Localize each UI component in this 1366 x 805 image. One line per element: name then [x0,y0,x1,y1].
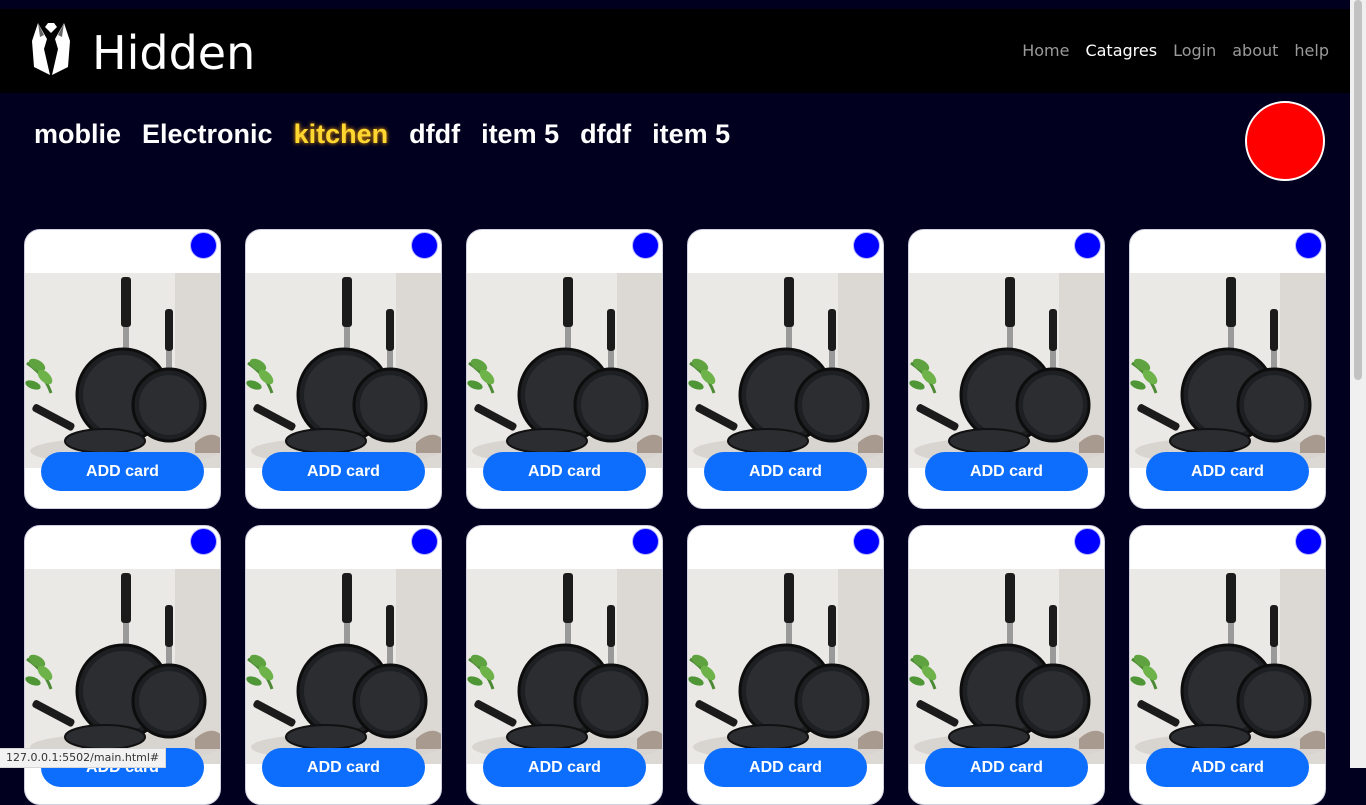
favorite-dot-icon[interactable] [632,528,659,555]
product-card[interactable]: ADD card [245,525,442,805]
favorite-dot-icon[interactable] [853,232,880,259]
category-tab-item-5[interactable]: item 5 [481,116,559,152]
product-image [909,569,1104,764]
add-card-button[interactable]: ADD card [1146,452,1309,491]
product-card[interactable]: ADD card [24,229,221,509]
tuxedo-logo-icon[interactable] [30,19,72,77]
favorite-dot-icon[interactable] [853,528,880,555]
add-card-button[interactable]: ADD card [41,452,204,491]
category-tab-item-5-2[interactable]: item 5 [652,116,730,152]
product-card[interactable]: ADD card [908,525,1105,805]
product-card[interactable]: ADD card [687,229,884,509]
favorite-dot-icon[interactable] [1295,232,1322,259]
product-card[interactable]: ADD card [466,525,663,805]
page-scrollbar[interactable] [1350,0,1366,768]
product-image [1130,569,1325,764]
status-url: 127.0.0.1:5502/main.html# [0,748,167,768]
favorite-dot-icon[interactable] [632,232,659,259]
product-card[interactable]: ADD card [245,229,442,509]
product-image [909,273,1104,468]
product-image [1130,273,1325,468]
category-tab-moblie[interactable]: moblie [34,116,121,152]
main-nav: Home Catagres Login about help [1022,41,1329,60]
product-card[interactable]: ADD card [687,525,884,805]
product-image [246,273,441,468]
product-card[interactable]: ADD card [466,229,663,509]
top-strip [0,0,1350,9]
category-tab-dfdf[interactable]: dfdf [409,116,460,152]
product-image [688,569,883,764]
add-card-button[interactable]: ADD card [262,452,425,491]
scrollbar-thumb[interactable] [1354,0,1362,380]
add-card-button[interactable]: ADD card [704,452,867,491]
profile-circle[interactable] [1245,101,1325,181]
nav-login-link[interactable]: Login [1173,41,1216,60]
product-card[interactable]: ADD card [1129,229,1326,509]
brand-title: Hidden [92,26,256,80]
favorite-dot-icon[interactable] [411,528,438,555]
navbar: Hidden Home Catagres Login about help [0,9,1350,93]
product-image [467,273,662,468]
add-card-button[interactable]: ADD card [925,452,1088,491]
category-tabs: moblie Electronic kitchen dfdf item 5 df… [34,116,730,152]
product-card[interactable]: ADD card [1129,525,1326,805]
product-image [246,569,441,764]
category-tab-electronic[interactable]: Electronic [142,116,273,152]
product-card[interactable]: ADD card [908,229,1105,509]
nav-about-link[interactable]: about [1232,41,1278,60]
favorite-dot-icon[interactable] [190,528,217,555]
product-image [25,569,220,764]
favorite-dot-icon[interactable] [1074,528,1101,555]
category-tab-dfdf-2[interactable]: dfdf [580,116,631,152]
nav-help-link[interactable]: help [1294,41,1329,60]
favorite-dot-icon[interactable] [1295,528,1322,555]
favorite-dot-icon[interactable] [411,232,438,259]
category-tab-kitchen[interactable]: kitchen [294,116,389,152]
favorite-dot-icon[interactable] [1074,232,1101,259]
add-card-button[interactable]: ADD card [483,452,646,491]
product-image [688,273,883,468]
nav-categories-link[interactable]: Catagres [1085,41,1157,60]
product-image [25,273,220,468]
favorite-dot-icon[interactable] [190,232,217,259]
product-image [467,569,662,764]
nav-home-link[interactable]: Home [1022,41,1069,60]
